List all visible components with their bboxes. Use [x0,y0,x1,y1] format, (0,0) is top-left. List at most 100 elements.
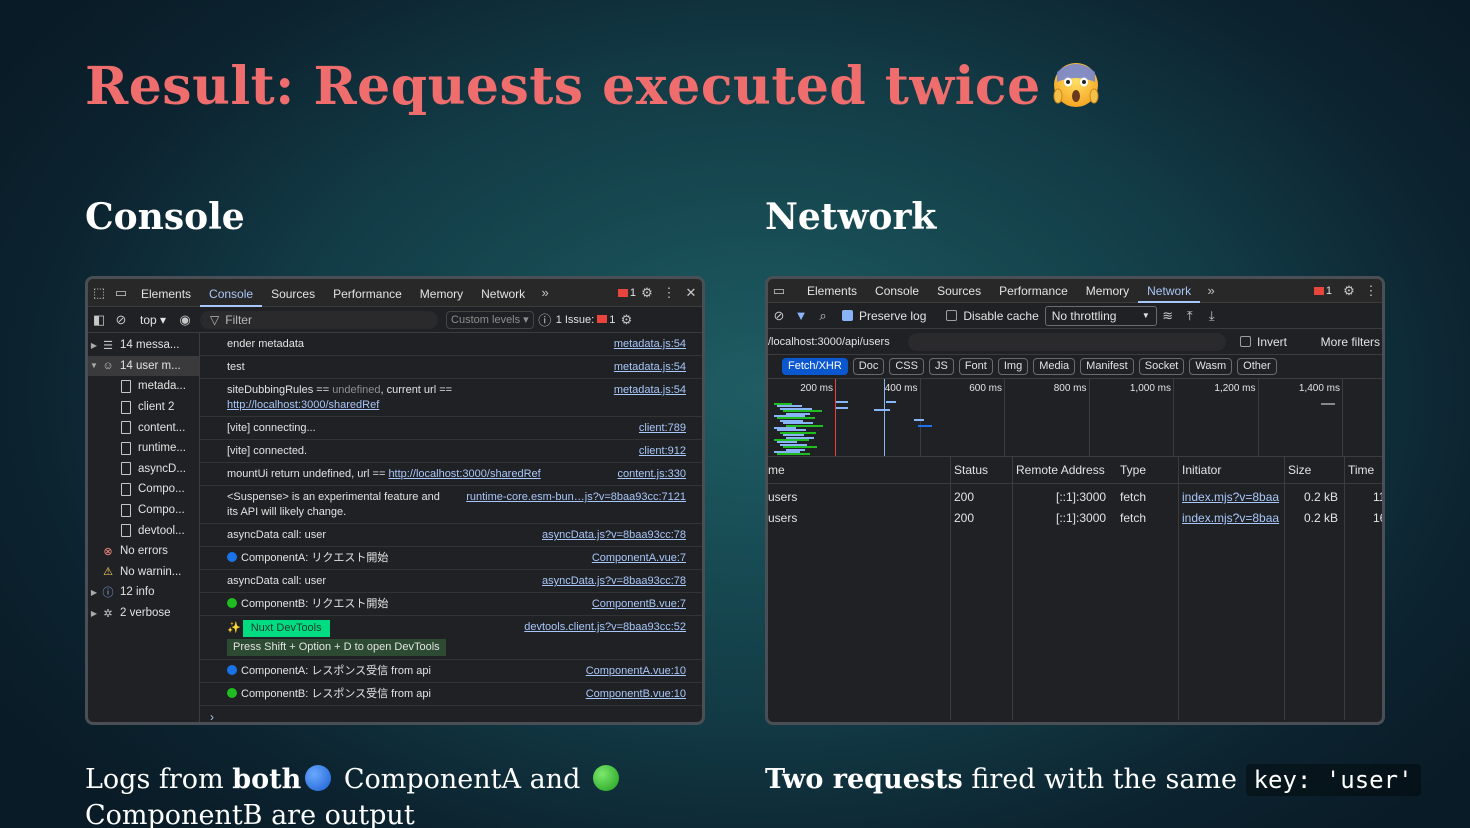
console-sidebar-item[interactable]: ▼ ☺ 14 user m... [88,355,199,377]
network-conditions-wifi-icon[interactable]: ≋ [1157,302,1179,330]
request-name[interactable]: users [768,487,797,507]
console-sidebar-item[interactable]: client 2 [88,397,199,418]
live-expression-eye-icon[interactable]: ◉ [174,306,196,334]
close-icon[interactable]: ✕ [680,279,702,307]
console-sidebar-item[interactable]: metada... [88,376,199,397]
kebab-menu-icon[interactable]: ⋮ [658,279,680,307]
upload-icon[interactable]: ⤒ [1179,302,1201,330]
console-sidebar-item[interactable]: ▶ ✲ 2 verbose [88,603,199,624]
filter-funnel-icon[interactable]: ▼ [790,302,812,330]
type-filter-chip[interactable]: Socket [1138,358,1185,375]
console-filter-input[interactable]: ▽ Filter [200,310,439,329]
clear-console-icon[interactable]: ⊘ [110,306,132,334]
tab-network[interactable]: Network [472,279,534,307]
tab-sources[interactable]: Sources [928,279,990,303]
log-levels-dropdown[interactable]: Custom levels ▾ [446,310,534,329]
console-sidebar-label: No errors [120,545,168,558]
log-source-link[interactable]: metadata.js:54 [614,383,686,398]
tab-console[interactable]: Console [200,279,263,307]
tab-performance[interactable]: Performance [990,279,1077,303]
more-tabs-icon[interactable]: » [1200,279,1222,303]
log-source-link[interactable]: runtime-core.esm-bun…js?v=8baa93cc:7121 [466,490,686,505]
tab-sources[interactable]: Sources [262,279,324,307]
more-tabs-icon[interactable]: » [534,279,556,307]
console-sidebar-item[interactable]: Compo... [88,479,199,500]
type-filter-chip[interactable]: Doc [852,358,885,375]
request-name[interactable]: users [768,508,797,528]
log-source-link[interactable]: asyncData.js?v=8baa93cc:78 [542,574,686,589]
type-filter-chip[interactable]: Font [958,358,993,375]
console-sidebar-item[interactable]: runtime... [88,438,199,459]
console-sidebar-item[interactable]: asyncD... [88,459,199,480]
column-header-remote-address[interactable]: Remote Address [1016,457,1105,484]
error-badge[interactable]: 1 [1313,285,1332,297]
console-sidebar-item[interactable]: ▶ ⓘ 12 info [88,582,199,603]
disable-cache-checkbox[interactable]: Disable cache [946,309,1039,323]
throttling-select[interactable]: No throttling ▼ [1044,305,1157,326]
console-sidebar-item[interactable]: devtool... [88,520,199,541]
type-filter-chip[interactable]: JS [928,358,954,375]
column-header-initiator[interactable]: Initiator [1182,457,1221,484]
column-header-size[interactable]: Size [1288,457,1311,484]
tab-performance[interactable]: Performance [324,279,411,307]
type-filter-chip[interactable]: CSS [889,358,924,375]
type-filter-chip[interactable]: Media [1033,358,1076,375]
console-sidebar-item[interactable]: ⚠ No warnin... [88,562,199,583]
device-toolbar-icon[interactable]: ▭ [110,279,132,307]
column-header-type[interactable]: Type [1120,457,1146,484]
console-sidebar-item[interactable]: ▶ ☰ 14 messa... [88,335,199,356]
log-source-link[interactable]: asyncData.js?v=8baa93cc:78 [542,528,686,543]
inspect-element-icon[interactable]: ⬚ [88,279,110,307]
type-filter-chip[interactable]: Img [997,358,1029,375]
console-sidebar-item[interactable]: content... [88,417,199,438]
settings-gear-icon[interactable]: ⚙ [1338,279,1360,303]
column-header-status[interactable]: Status [954,457,988,484]
type-filter-chip[interactable]: Other [1237,358,1277,375]
issues-counter[interactable]: 1 Issue: 1 [556,314,616,326]
log-source-link[interactable]: content.js:330 [618,467,687,482]
settings-gear-icon[interactable]: ⚙ [636,279,658,307]
clear-network-icon[interactable]: ⊘ [768,302,790,330]
url-link[interactable]: http://localhost:3000/sharedRef [227,399,379,411]
console-sidebar-item[interactable]: ⊗ No errors [88,541,199,562]
url-link[interactable]: http://localhost:3000/sharedRef [388,468,540,480]
log-source-link[interactable]: ComponentA.vue:7 [592,551,686,566]
column-header-time[interactable]: Time [1348,457,1374,484]
request-initiator-link[interactable]: index.mjs?v=8baa [1182,508,1282,528]
download-icon[interactable]: ⤓ [1201,302,1223,330]
preserve-log-checkbox[interactable]: Preserve log [842,309,926,323]
type-filter-chip[interactable]: Manifest [1080,358,1134,375]
request-initiator-link[interactable]: index.mjs?v=8baa [1182,487,1282,507]
network-filter-input[interactable] [908,332,1226,351]
log-source-link[interactable]: devtools.client.js?v=8baa93cc:52 [524,620,686,635]
search-icon[interactable]: ⌕ [812,302,834,330]
log-source-link[interactable]: client:789 [639,421,686,436]
log-source-link[interactable]: metadata.js:54 [614,360,686,375]
error-badge[interactable]: 1 [617,287,636,299]
network-filter-input-value[interactable]: /localhost:3000/api/users [768,336,904,348]
more-filters-dropdown[interactable]: More filters [1321,335,1382,349]
device-toolbar-icon[interactable]: ▭ [768,279,790,303]
kebab-menu-icon[interactable]: ⋮ [1360,279,1382,303]
tab-memory[interactable]: Memory [1077,279,1138,303]
column-header-name[interactable]: me [768,457,785,484]
tab-elements[interactable]: Elements [132,279,200,307]
type-filter-chip[interactable]: Fetch/XHR [782,358,848,375]
tab-console[interactable]: Console [866,279,928,303]
sidebar-toggle-icon[interactable]: ◧ [88,306,110,334]
invert-checkbox[interactable]: Invert [1240,335,1287,349]
file-icon [118,482,134,496]
tab-network[interactable]: Network [1138,279,1201,303]
console-settings-icon[interactable]: ⚙ [615,306,637,334]
log-source-link[interactable]: ComponentA.vue:10 [586,664,686,679]
log-source-link[interactable]: ComponentB.vue:10 [586,687,686,702]
log-source-link[interactable]: client:912 [639,444,686,459]
tab-memory[interactable]: Memory [411,279,472,307]
log-source-link[interactable]: ComponentB.vue:7 [592,597,686,612]
context-selector[interactable]: top ▾ [132,313,174,327]
console-prompt[interactable]: › [200,706,702,722]
log-source-link[interactable]: metadata.js:54 [614,337,686,352]
type-filter-chip[interactable]: Wasm [1189,358,1233,375]
console-sidebar-item[interactable]: Compo... [88,500,199,521]
tab-elements[interactable]: Elements [798,279,866,303]
